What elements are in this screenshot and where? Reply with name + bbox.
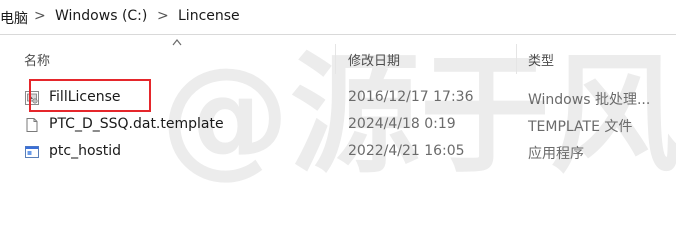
breadcrumb-item-folder[interactable]: Lincense: [178, 8, 240, 24]
sort-ascending-icon[interactable]: [172, 38, 182, 46]
column-header-date-modified[interactable]: 修改日期: [348, 50, 400, 69]
file-date-modified: 2022/4/21 16:05: [348, 143, 465, 159]
column-header-name[interactable]: 名称: [24, 50, 50, 69]
breadcrumb-item-drive[interactable]: Windows (C:): [55, 8, 147, 24]
file-type: 应用程序: [528, 146, 584, 162]
blank-file-icon: [26, 118, 38, 132]
annotation-highlight-box: [29, 79, 151, 112]
breadcrumb-item-this-pc[interactable]: 电脑: [0, 8, 28, 28]
application-icon: [25, 146, 39, 158]
column-divider[interactable]: [516, 44, 517, 74]
file-row[interactable]: ptc_hostid 2022/4/21 16:05 应用程序: [0, 139, 676, 165]
file-row[interactable]: PTC_D_SSQ.dat.template 2024/4/18 0:19 TE…: [0, 112, 676, 138]
column-header-type[interactable]: 类型: [528, 50, 554, 69]
address-bar-divider: [0, 34, 676, 35]
breadcrumb-separator-icon[interactable]: >: [34, 8, 46, 24]
file-date-modified: 2024/4/18 0:19: [348, 116, 456, 132]
breadcrumb-separator-icon[interactable]: >: [157, 8, 169, 24]
file-date-modified: 2016/12/17 17:36: [348, 89, 474, 105]
file-type: TEMPLATE 文件: [528, 119, 633, 135]
file-name[interactable]: PTC_D_SSQ.dat.template: [49, 116, 224, 132]
address-bar[interactable]: 电脑 > Windows (C:) > Lincense: [0, 0, 676, 34]
column-divider[interactable]: [335, 44, 336, 74]
file-name[interactable]: ptc_hostid: [49, 143, 121, 159]
file-type: Windows 批处理...: [528, 92, 651, 108]
